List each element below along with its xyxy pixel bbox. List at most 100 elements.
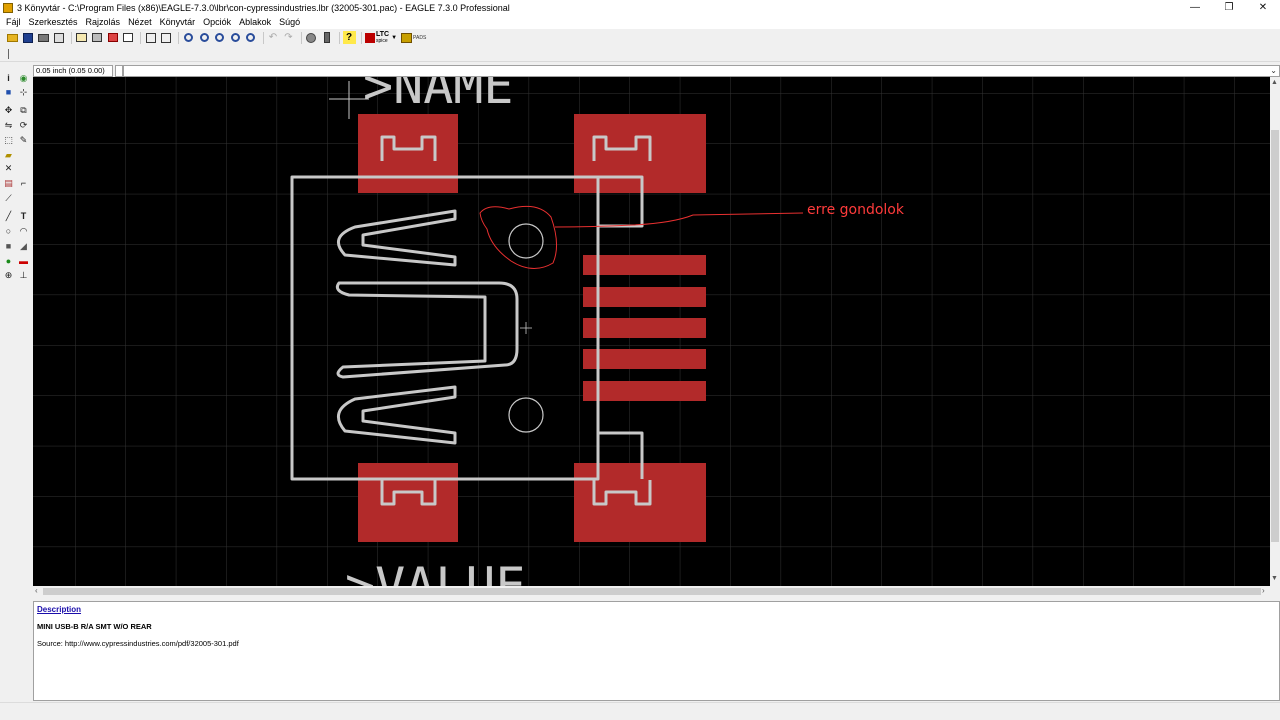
info-icon[interactable]: i (3, 73, 14, 84)
value-label: >VALUE (345, 557, 526, 586)
polygon-icon[interactable]: ◢ (18, 241, 29, 252)
zoom-fit-icon[interactable] (182, 31, 195, 44)
help-question-icon[interactable]: ? (342, 31, 356, 44)
split-icon[interactable]: ⟋ (3, 193, 14, 204)
save-icon[interactable] (22, 31, 35, 44)
coordinate-spacer (115, 65, 123, 77)
menu-draw[interactable]: Rajzolás (86, 17, 121, 27)
horizontal-scrollbar[interactable]: ‹ › (33, 586, 1270, 597)
vertical-scroll-thumb[interactable] (1271, 130, 1279, 542)
undo-icon[interactable]: ↶ (267, 31, 280, 44)
scroll-up-icon[interactable]: ▲ (1271, 79, 1278, 86)
mirror-icon[interactable]: ⇋ (3, 120, 14, 131)
ulp-icon[interactable] (160, 31, 173, 44)
vertical-scrollbar[interactable]: ▲ ▼ (1270, 77, 1280, 586)
arc-icon[interactable]: ◠ (18, 226, 29, 237)
grid-coordinate-readout: 0.05 inch (0.05 0.00) (33, 65, 113, 77)
title-bar: 3 Könyvtár - C:\Program Files (x86)\EAGL… (0, 0, 1280, 15)
menu-library[interactable]: Könyvtár (160, 17, 196, 27)
zoom-in-icon[interactable] (198, 31, 211, 44)
move-icon[interactable]: ✥ (3, 105, 14, 116)
paste-icon[interactable]: ▰ (3, 150, 14, 161)
drawing-canvas[interactable]: >NAME >VALUE erre gondolok (33, 77, 1270, 586)
toolbar-divider (140, 31, 141, 44)
minimize-button[interactable]: — (1178, 0, 1212, 15)
menu-view[interactable]: Nézet (128, 17, 152, 27)
wire-icon[interactable]: ╱ (3, 211, 14, 222)
parameter-toolbar (0, 46, 1280, 62)
chevron-down-icon[interactable]: ⌄ (1270, 66, 1277, 75)
toolbar-divider (178, 31, 179, 44)
grid-icon[interactable] (8, 49, 20, 59)
rectangle-icon[interactable]: ■ (3, 241, 14, 252)
change-wrench-icon[interactable]: ✎ (18, 135, 29, 146)
toolbar-divider (338, 31, 340, 44)
signal-pad[interactable] (583, 381, 706, 401)
display-layers-icon[interactable]: ■ (3, 87, 14, 98)
main-toolbar: ↶ ↷ ? LTC spice ▼ PADS (0, 29, 1280, 46)
signal-pad[interactable] (583, 255, 706, 275)
scroll-right-icon[interactable]: › (1262, 586, 1265, 595)
package-icon[interactable] (106, 31, 119, 44)
signal-pad[interactable] (583, 318, 706, 338)
ltspice-button[interactable]: LTC spice ▼ (365, 31, 397, 44)
rotate-icon[interactable]: ⟳ (18, 120, 29, 131)
miter-icon[interactable]: ⌐ (18, 178, 29, 189)
library-book-icon[interactable] (75, 31, 88, 44)
group-icon[interactable]: ⬚ (3, 135, 14, 146)
signal-pad[interactable] (583, 287, 706, 307)
menu-windows[interactable]: Ablakok (239, 17, 271, 27)
show-eye-icon[interactable]: ◉ (18, 73, 29, 84)
pads-label: PADS (413, 34, 427, 41)
description-link[interactable]: Description (37, 605, 1276, 614)
zoom-select-icon[interactable] (244, 31, 257, 44)
horizontal-scroll-thumb[interactable] (43, 588, 1261, 595)
package-drawing: >NAME >VALUE (33, 77, 1270, 586)
cam-processor-icon[interactable] (53, 31, 66, 44)
zoom-out-icon[interactable] (213, 31, 226, 44)
pads-button[interactable]: PADS (401, 32, 427, 43)
scroll-left-icon[interactable]: ‹ (35, 586, 38, 595)
print-icon[interactable] (37, 31, 50, 44)
scroll-down-icon[interactable]: ▼ (1271, 575, 1278, 582)
smd-icon[interactable]: ▬ (18, 256, 29, 267)
delete-icon[interactable]: ✕ (3, 163, 14, 174)
menu-file[interactable]: Fájl (6, 17, 21, 27)
smd-pad[interactable] (358, 114, 458, 193)
menu-edit[interactable]: Szerkesztés (29, 17, 78, 27)
signal-pad[interactable] (583, 349, 706, 369)
stop-icon[interactable] (305, 31, 318, 44)
menu-help[interactable]: Súgó (279, 17, 300, 27)
chevron-down-icon[interactable]: ▼ (391, 35, 397, 41)
eagle-app-icon (3, 2, 13, 13)
pad-icon[interactable]: ● (3, 256, 14, 267)
script-icon[interactable] (144, 31, 157, 44)
mark-icon[interactable]: ⊹ (18, 87, 29, 98)
description-panel: Description MINI USB-B R/A SMT W/O REAR … (33, 601, 1280, 701)
close-button[interactable]: ✕ (1246, 0, 1280, 15)
name-icon[interactable]: ▤ (3, 178, 14, 189)
symbol-icon[interactable] (122, 31, 135, 44)
toolbar-divider (361, 31, 362, 44)
copy-icon[interactable]: ⧉ (18, 105, 29, 116)
redo-icon[interactable]: ↷ (282, 31, 295, 44)
restore-button[interactable]: ❐ (1212, 0, 1246, 15)
menu-bar: Fájl Szerkesztés Rajzolás Nézet Könyvtár… (0, 15, 1280, 29)
smd-pad[interactable] (358, 463, 458, 542)
go-icon[interactable] (320, 31, 333, 44)
menu-options[interactable]: Opciók (203, 17, 231, 27)
hole-icon[interactable]: ⊕ (3, 270, 14, 281)
circle-icon[interactable]: ○ (3, 226, 14, 237)
status-bar (0, 702, 1280, 720)
pads-logo-icon (401, 32, 413, 43)
command-line-input[interactable]: ⌄ (123, 65, 1280, 77)
open-folder-icon[interactable] (6, 31, 19, 44)
ltspice-sublabel: spice (376, 37, 388, 44)
annotation-text: erre gondolok (807, 202, 904, 218)
device-icon[interactable] (91, 31, 104, 44)
zoom-redraw-icon[interactable] (229, 31, 242, 44)
dimension-icon[interactable]: ⊥ (18, 270, 29, 281)
text-icon[interactable]: T (18, 211, 29, 222)
description-source: Source: http://www.cypressindustries.com… (37, 639, 239, 648)
toolbar-divider (300, 31, 302, 44)
